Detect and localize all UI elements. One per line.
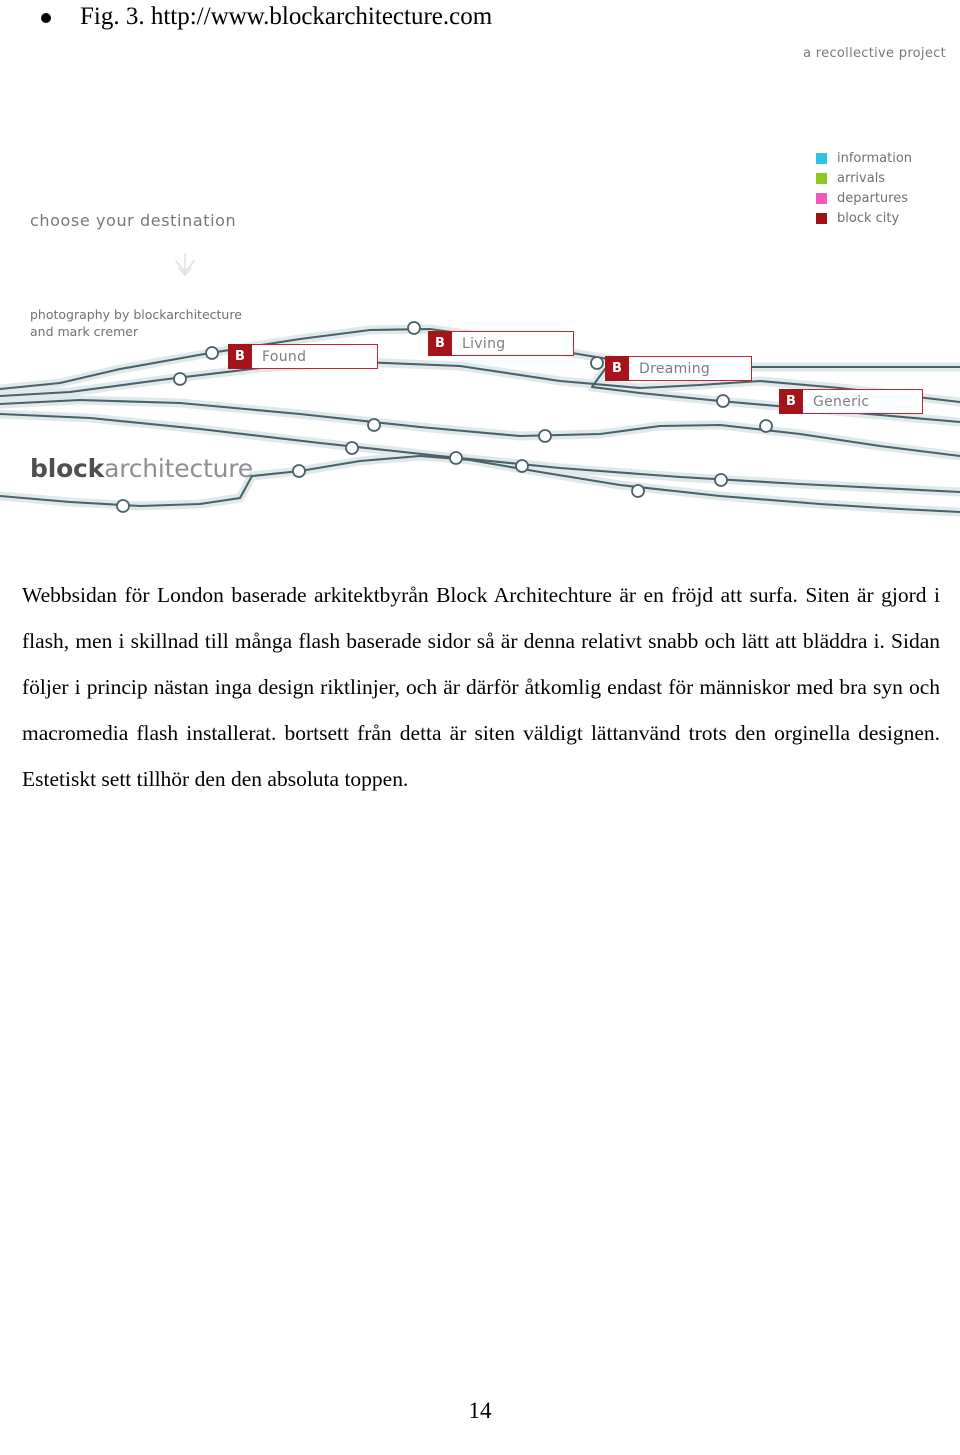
body-paragraph-text: Webbsidan för London baserade arkitektby… <box>22 583 940 791</box>
legend-item-departures: departures <box>816 189 956 207</box>
station-chip-living[interactable]: B Living <box>428 331 574 356</box>
station-badge-icon: B <box>779 389 803 414</box>
legend-item-arrivals: arrivals <box>816 169 956 187</box>
page-number: 14 <box>468 1398 492 1423</box>
station-chip-found[interactable]: B Found <box>228 344 378 369</box>
legend-label-arrivals: arrivals <box>837 170 886 186</box>
double-chevron-down-icon <box>175 253 195 277</box>
station-label-dreaming: Dreaming <box>629 356 752 381</box>
station-label-found: Found <box>252 344 378 369</box>
photography-credit: photography by blockarchitecture and mar… <box>30 306 242 340</box>
station-badge-icon: B <box>428 331 452 356</box>
legend-item-block-city: block city <box>816 209 956 227</box>
figure-caption: Fig. 3. http://www.blockarchitecture.com <box>0 2 940 36</box>
blockarchitecture-logo: blockarchitecture <box>30 454 253 483</box>
legend-label-block-city: block city <box>837 210 900 226</box>
legend-label-information: information <box>837 150 913 166</box>
logo-text-block: block <box>30 454 105 483</box>
station-chip-generic[interactable]: B Generic <box>779 389 923 414</box>
station-badge-icon: B <box>228 344 252 369</box>
legend-swatch-arrivals <box>816 172 827 184</box>
figure-caption-text: Fig. 3. http://www.blockarchitecture.com <box>80 3 493 30</box>
bullet-icon <box>41 13 51 23</box>
choose-destination-prompt: choose your destination <box>30 211 237 230</box>
station-label-generic: Generic <box>803 389 923 414</box>
body-paragraph: Webbsidan för London baserade arkitektby… <box>22 572 940 802</box>
recollective-project-tagline: a recollective project <box>803 46 946 61</box>
legend-swatch-information <box>816 152 827 164</box>
station-label-living: Living <box>452 331 574 356</box>
website-screenshot-figure: a recollective project information arriv… <box>0 36 960 538</box>
photography-credit-line-2: and mark cremer <box>30 324 139 339</box>
legend-swatch-departures <box>816 192 827 204</box>
photography-credit-line-1: photography by blockarchitecture <box>30 307 242 322</box>
logo-text-architecture: architecture <box>104 454 253 483</box>
legend-item-information: information <box>816 149 956 167</box>
legend-label-departures: departures <box>837 190 908 206</box>
map-legend: information arrivals departures block ci… <box>816 149 956 229</box>
station-chip-dreaming[interactable]: B Dreaming <box>605 356 752 381</box>
station-badge-icon: B <box>605 356 629 381</box>
legend-swatch-block-city <box>816 212 827 224</box>
